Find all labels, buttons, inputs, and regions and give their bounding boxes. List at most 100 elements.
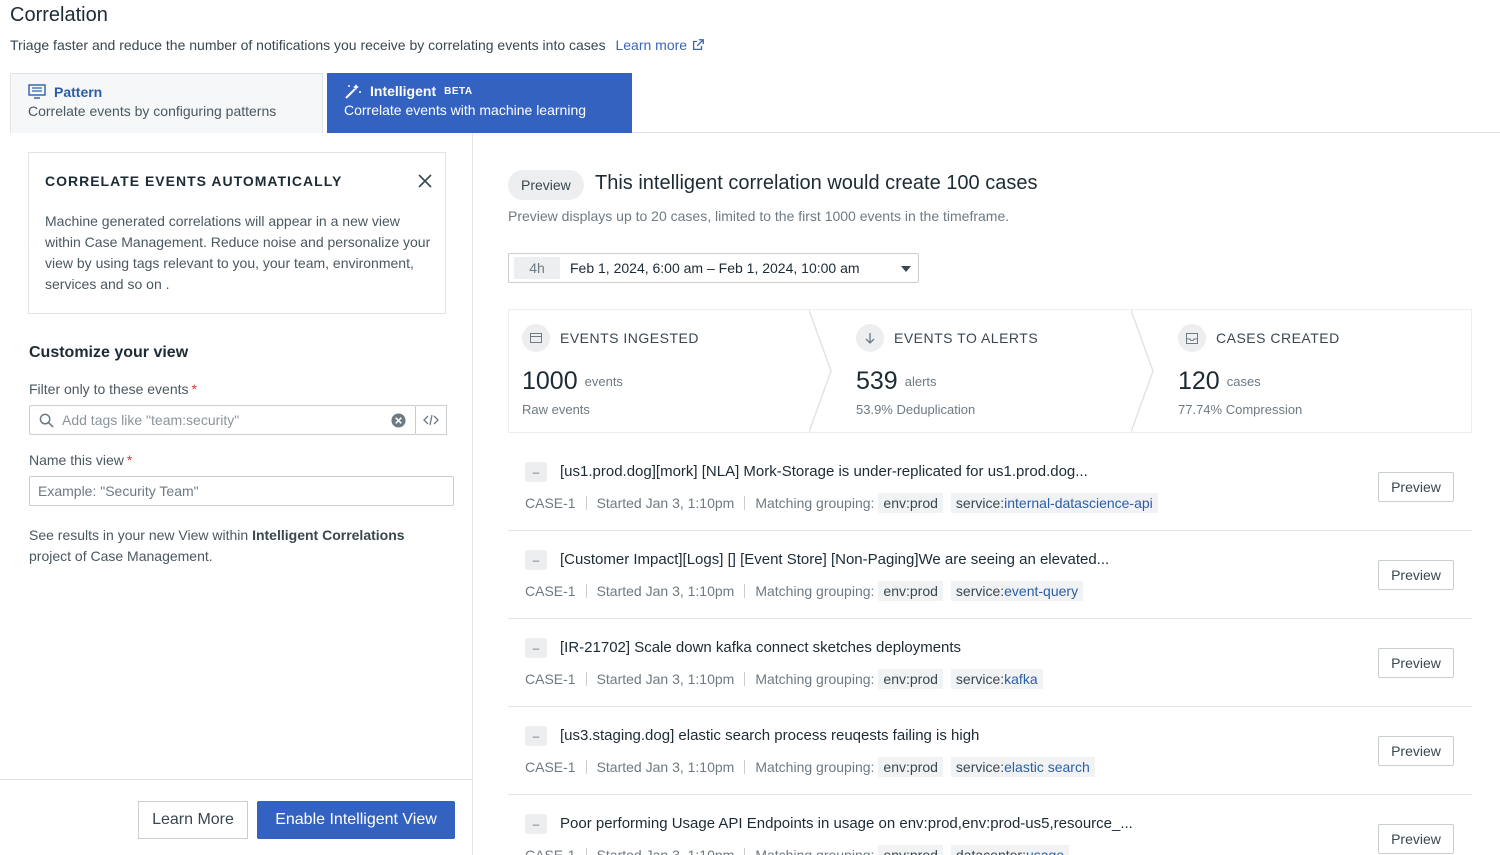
stats-panel: EVENTS INGESTED 1000 events Raw events EV… — [508, 309, 1472, 433]
tag-value: event-query — [1004, 583, 1079, 599]
case-started: Started Jan 3, 1:10pm — [596, 495, 735, 511]
meta-divider — [585, 760, 587, 774]
filter-label-text: Filter only to these events — [29, 381, 189, 397]
tag-key: service: — [955, 671, 1005, 687]
case-title[interactable]: [us3.staging.dog] elastic search process… — [560, 727, 979, 744]
stat-value: 1000 — [522, 367, 578, 395]
grouping-label: Matching grouping: — [755, 583, 875, 599]
meta-divider — [744, 760, 746, 774]
service-tag: datacenter:usage — [950, 845, 1070, 855]
beta-badge: BETA — [444, 85, 473, 97]
meta-divider — [585, 848, 587, 855]
info-body: Machine generated correlations will appe… — [45, 213, 431, 292]
meta-divider — [585, 584, 587, 598]
case-meta: CASE-1 Started Jan 3, 1:10pm Matching gr… — [525, 669, 1043, 689]
tag-value: internal-datascience-api — [1004, 495, 1153, 511]
case-id: CASE-1 — [525, 495, 576, 511]
filter-tags-input[interactable] — [62, 412, 372, 428]
case-title[interactable]: [us1.prod.dog][mork] [NLA] Mork-Storage … — [560, 463, 1088, 480]
stat-label: CASES CREATED — [1216, 330, 1340, 346]
tab-pattern-label: Pattern — [54, 84, 103, 100]
case-preview-button[interactable]: Preview — [1378, 472, 1454, 502]
collapse-icon[interactable]: – — [525, 726, 547, 746]
collapse-icon[interactable]: – — [525, 462, 547, 482]
stat-cases-created: CASES CREATED 120 cases 77.74% Compressio… — [1165, 310, 1471, 432]
time-range-picker[interactable]: 4h Feb 1, 2024, 6:00 am – Feb 1, 2024, 1… — [508, 253, 919, 283]
table-icon — [522, 324, 550, 352]
stat-separator — [809, 310, 832, 432]
case-title[interactable]: [Customer Impact][Logs] [] [Event Store]… — [560, 551, 1109, 568]
case-title[interactable]: Poor performing Usage API Endpoints in u… — [560, 815, 1133, 832]
view-name-input[interactable] — [29, 476, 454, 506]
required-mark: * — [126, 452, 133, 468]
tab-pattern[interactable]: Pattern Correlate events by configuring … — [10, 73, 323, 133]
meta-divider — [744, 584, 746, 598]
tag-key: datacenter: — [955, 847, 1026, 855]
page-subtitle: Triage faster and reduce the number of n… — [10, 37, 705, 53]
panel-divider — [472, 133, 473, 855]
service-tag: service:elastic search — [950, 757, 1095, 777]
case-id: CASE-1 — [525, 671, 576, 687]
learn-more-button[interactable]: Learn More — [138, 801, 248, 839]
env-tag: env:prod — [878, 493, 943, 513]
footer-divider — [0, 779, 472, 780]
case-preview-button[interactable]: Preview — [1378, 648, 1454, 678]
meta-divider — [744, 848, 746, 855]
preview-title: This intelligent correlation would creat… — [595, 172, 1038, 194]
case-title[interactable]: [IR-21702] Scale down kafka connect sket… — [560, 639, 961, 656]
env-tag: env:prod — [878, 669, 943, 689]
inbox-icon — [1178, 324, 1206, 352]
case-started: Started Jan 3, 1:10pm — [596, 583, 735, 599]
note-bold: Intelligent Correlations — [252, 527, 405, 543]
case-preview-button[interactable]: Preview — [1378, 824, 1454, 854]
collapse-icon[interactable]: – — [525, 638, 547, 658]
tab-intelligent-desc: Correlate events with machine learning — [344, 102, 587, 118]
case-preview-button[interactable]: Preview — [1378, 560, 1454, 590]
tab-intelligent[interactable]: Intelligent BETA Correlate events with m… — [327, 73, 632, 133]
stat-separator — [1131, 310, 1154, 432]
close-icon[interactable] — [417, 173, 433, 189]
tag-value: usage — [1025, 847, 1065, 855]
arrow-down-icon — [856, 324, 884, 352]
learn-more-link[interactable]: Learn more — [615, 37, 705, 53]
enable-intelligent-view-button[interactable]: Enable Intelligent View — [257, 801, 455, 839]
filter-label: Filter only to these events * — [29, 381, 197, 397]
subtitle-text: Triage faster and reduce the number of n… — [10, 37, 606, 53]
info-title: CORRELATE EVENTS AUTOMATICALLY — [45, 173, 343, 189]
page-title: Correlation — [10, 4, 108, 26]
results-note: See results in your new View within Inte… — [29, 525, 449, 567]
case-list: – [us1.prod.dog][mork] [NLA] Mork-Storag… — [508, 443, 1472, 855]
stat-foot: Raw events — [522, 402, 590, 417]
collapse-icon[interactable]: – — [525, 814, 547, 834]
stat-unit: events — [584, 374, 623, 389]
grouping-label: Matching grouping: — [755, 671, 875, 687]
stat-foot: 77.74% Compression — [1178, 402, 1303, 417]
meta-divider — [585, 496, 587, 510]
case-meta: CASE-1 Started Jan 3, 1:10pm Matching gr… — [525, 845, 1070, 855]
preview-pill: Preview — [508, 170, 584, 200]
case-started: Started Jan 3, 1:10pm — [596, 671, 735, 687]
case-meta: CASE-1 Started Jan 3, 1:10pm Matching gr… — [525, 757, 1095, 777]
collapse-icon[interactable]: – — [525, 550, 547, 570]
tag-value: elastic search — [1004, 759, 1090, 775]
stat-foot: 53.9% Deduplication — [856, 402, 976, 417]
tag-value: kafka — [1004, 671, 1038, 687]
stat-unit: alerts — [904, 374, 937, 389]
clear-icon[interactable] — [391, 413, 406, 428]
note-suffix: project of Case Management. — [29, 548, 213, 564]
filter-search-box — [29, 405, 416, 435]
stat-label: EVENTS TO ALERTS — [894, 330, 1039, 346]
note-prefix: See results in your new View within — [29, 527, 253, 543]
stat-events-to-alerts: EVENTS TO ALERTS 539 alerts 53.9% Dedupli… — [843, 310, 1163, 432]
grouping-label: Matching grouping: — [755, 759, 875, 775]
case-row: – Poor performing Usage API Endpoints in… — [508, 795, 1472, 855]
case-meta: CASE-1 Started Jan 3, 1:10pm Matching gr… — [525, 581, 1084, 601]
external-link-icon — [693, 39, 704, 51]
case-id: CASE-1 — [525, 759, 576, 775]
code-toggle-button[interactable] — [416, 405, 447, 435]
tab-divider — [632, 132, 1500, 133]
grouping-label: Matching grouping: — [755, 847, 875, 855]
case-preview-button[interactable]: Preview — [1378, 736, 1454, 766]
case-row: – [us1.prod.dog][mork] [NLA] Mork-Storag… — [508, 443, 1472, 531]
env-tag: env:prod — [878, 581, 943, 601]
